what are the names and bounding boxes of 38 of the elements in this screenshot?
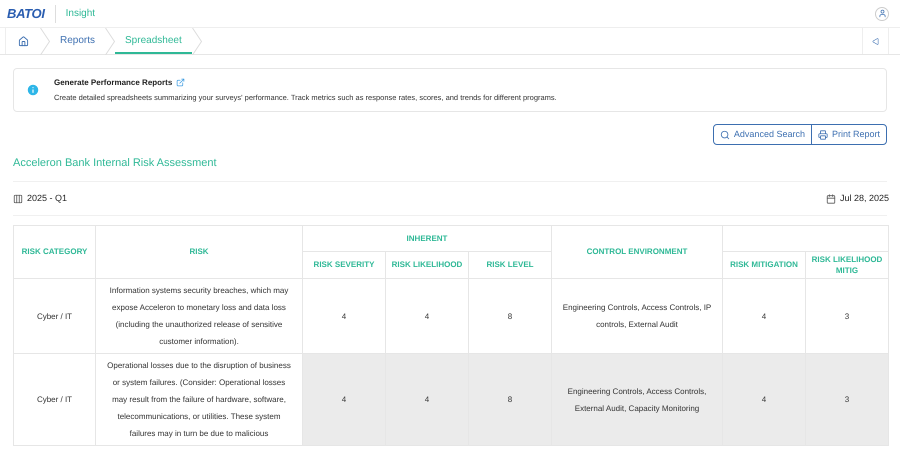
printer-icon (818, 130, 828, 140)
table-cell: Information systems security breaches, which may expose Acceleron to monetary loss and data loss (including the unauthorized release of sensitive customer information). (96, 278, 302, 354)
column-header: RISK CATEGORY (14, 226, 96, 278)
column-header: RISK (96, 226, 302, 278)
column-group-header: INHERENT (302, 226, 552, 252)
home-icon (18, 36, 28, 46)
table-cell: 3 (806, 278, 888, 354)
table-cell: 4 (722, 354, 806, 446)
info-icon (26, 83, 40, 97)
app-name: Insight (66, 7, 96, 21)
period-label: 2025 - Q1 (27, 192, 68, 205)
search-icon (720, 130, 730, 140)
table-cell: 8 (468, 278, 552, 354)
info-title: Generate Performance Reports (54, 76, 172, 89)
table-cell: Cyber / IT (14, 278, 96, 354)
external-link-icon[interactable] (176, 78, 186, 88)
table-cell: Cyber / IT (14, 354, 96, 446)
print-report-button[interactable]: Print Report (810, 125, 886, 144)
column-header: CONTROL ENVIRONMENT (552, 226, 722, 278)
report-date: Jul 28, 2025 (840, 192, 889, 205)
user-avatar-icon[interactable] (875, 6, 889, 20)
table-cell: Operational losses due to the disruption of business or system failures. (Consider: Operational losses may result from the failure of hardware, software, telecommunications, or utilities. These system failures may in turn be due to malicious (96, 354, 302, 446)
table-cell: 4 (722, 278, 806, 354)
breadcrumb-link[interactable]: Reports (50, 28, 106, 54)
calendar-icon (826, 194, 836, 204)
collapse-icon (872, 38, 879, 44)
report-title: Acceleron Bank Internal Risk Assessment (13, 156, 217, 172)
table-cell: 4 (302, 278, 386, 354)
table-cell: Engineering Controls, Access Controls, IP controls, External Audit (552, 278, 722, 354)
table-cell: 3 (806, 354, 888, 446)
logo: BATOI (7, 4, 45, 23)
table-cell: 8 (468, 354, 552, 446)
table-cell: Engineering Controls, Access Controls, External Audit, Capacity Monitoring (552, 354, 722, 446)
table-cell: 4 (302, 354, 386, 446)
advanced-search-button[interactable]: Advanced Search (714, 125, 811, 144)
table-cell: 4 (386, 354, 468, 446)
table-cell: 4 (386, 278, 468, 354)
table-icon (13, 194, 23, 204)
